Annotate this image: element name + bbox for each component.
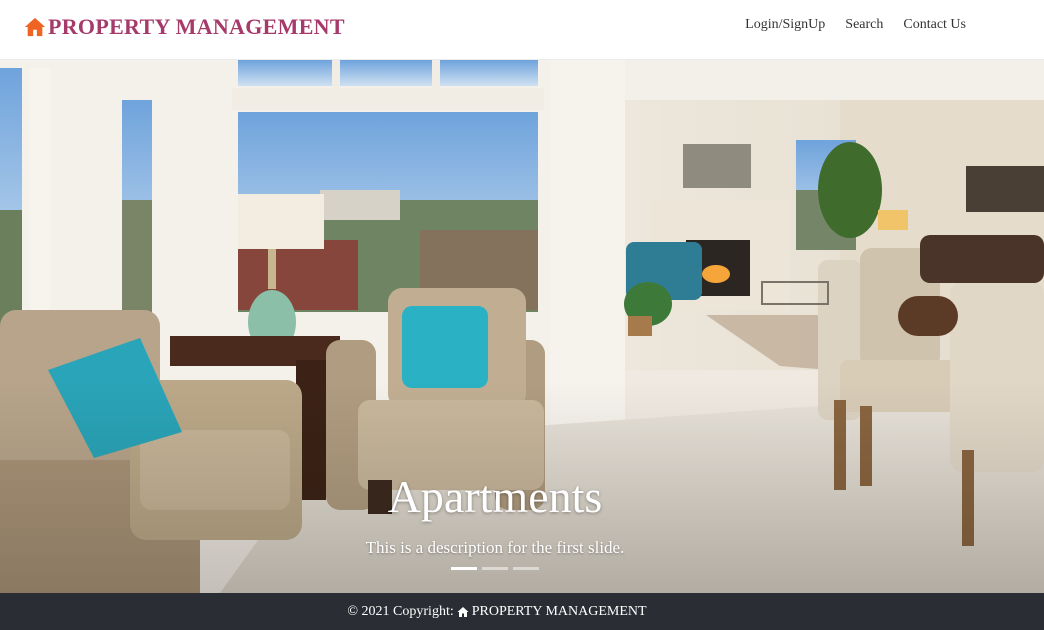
search-link[interactable]: Search [845,17,883,33]
carousel-indicators [451,567,539,570]
carousel-indicator-1[interactable] [451,567,477,570]
footer: © 2021 Copyright: PROPERTY MANAGEMENT [0,593,1044,630]
brand-link[interactable]: PROPERTY MANAGEMENT [24,12,345,42]
carousel-indicator-3[interactable] [513,567,539,570]
carousel-indicator-2[interactable] [482,567,508,570]
copyright-prefix: © 2021 Copyright: [347,603,454,619]
slide-title: Apartments [387,471,603,522]
brand-title: PROPERTY MANAGEMENT [48,14,345,39]
slide-description: This is a description for the first slid… [365,538,625,557]
nav-links: Login/SignUp Search Contact Us [745,17,966,33]
home-icon [457,606,469,617]
contact-us-link[interactable]: Contact Us [903,17,966,33]
login-signup-link[interactable]: Login/SignUp [745,17,825,33]
home-icon [24,17,46,37]
footer-copyright: © 2021 Copyright: PROPERTY MANAGEMENT [347,604,646,620]
footer-brand-link[interactable]: PROPERTY MANAGEMENT [472,604,647,620]
navbar: PROPERTY MANAGEMENT Login/SignUp Search … [0,0,1044,60]
hero-carousel[interactable]: Apartments This is a description for the… [0,60,1044,593]
